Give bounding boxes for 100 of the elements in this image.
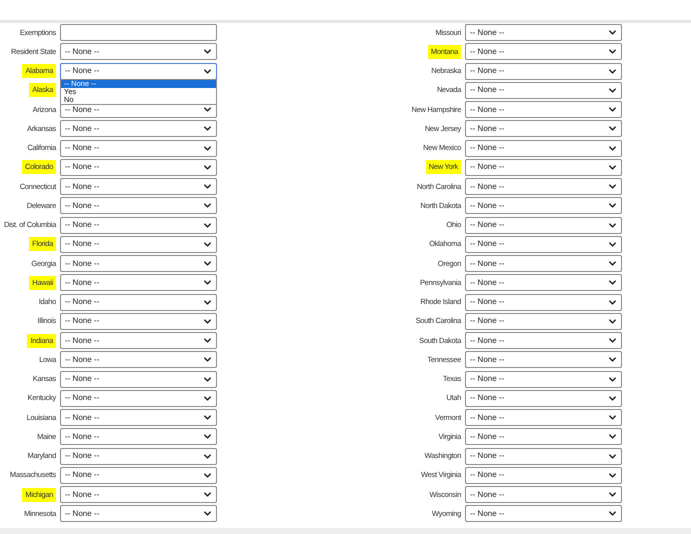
select-field[interactable]: -- None -- (465, 351, 622, 368)
select-value: -- None -- (470, 276, 504, 289)
select-value: -- None -- (470, 65, 504, 78)
select-value: -- None -- (65, 469, 100, 482)
select-field[interactable]: -- None -- (465, 62, 622, 80)
select-value: -- None -- (65, 142, 100, 154)
select-field[interactable]: -- None -- (465, 236, 622, 253)
select-value: -- None -- (470, 46, 504, 58)
select-value: -- None -- (470, 392, 504, 404)
select-value: -- None -- (470, 161, 504, 174)
select-field[interactable]: -- None -- (465, 140, 622, 157)
select-field[interactable]: -- None -- (60, 178, 217, 196)
select-field[interactable]: -- None -- (465, 274, 622, 292)
select-value: -- None -- (470, 488, 504, 501)
select-field[interactable]: -- None -- (465, 312, 622, 330)
select-value: -- None -- (470, 142, 504, 154)
select-value: -- None -- (65, 258, 100, 270)
select-value: -- None -- (65, 161, 100, 174)
select-value: -- None -- (65, 334, 100, 347)
select-value: -- None -- (65, 104, 100, 116)
select-value: -- None -- (65, 508, 100, 520)
select-value: -- None -- (65, 315, 100, 328)
select-field[interactable]: -- None -- (465, 466, 622, 484)
select-value: -- None -- (65, 354, 100, 366)
select-field[interactable]: -- None -- (60, 274, 217, 292)
select-field[interactable]: -- None -- (60, 428, 217, 446)
select-field[interactable]: -- None -- (60, 216, 217, 234)
select-field[interactable]: -- None -- (465, 486, 622, 504)
select-field[interactable]: -- None -- (465, 43, 622, 60)
select-value: -- None -- (470, 238, 504, 250)
select-field[interactable]: -- None -- (465, 101, 622, 118)
select-field[interactable]: -- None -- (465, 24, 622, 42)
select-field[interactable]: -- None -- (60, 312, 217, 330)
select-field[interactable]: -- None -- (60, 370, 217, 388)
select-value: -- None -- (65, 238, 100, 250)
select-field[interactable]: -- None -- (60, 120, 217, 138)
select-field[interactable]: -- None -- (60, 332, 217, 350)
select-field[interactable]: -- None -- (60, 409, 217, 426)
select-field[interactable]: -- None -- (465, 505, 622, 522)
select-field[interactable]: -- None -- (465, 428, 622, 446)
select-value: -- None -- (470, 334, 504, 347)
select-field[interactable]: -- None -- (465, 178, 622, 196)
select-field[interactable]: -- None -- (465, 390, 622, 407)
select-value: -- None -- (65, 392, 100, 404)
select-value: -- None -- (470, 373, 504, 386)
select-field[interactable]: -- None -- (60, 390, 217, 407)
select-field[interactable]: -- None -- (60, 236, 217, 253)
select-field[interactable]: -- None -- (60, 43, 217, 60)
select-value: -- None -- (65, 412, 100, 424)
select-field[interactable]: -- None -- (60, 255, 217, 272)
select-field[interactable]: -- None -- (60, 466, 217, 484)
select-field[interactable]: -- None -- (60, 351, 217, 368)
select-field[interactable]: -- None -- (465, 197, 622, 214)
select-field[interactable]: -- None -- (465, 409, 622, 426)
select-value: -- None -- (470, 219, 504, 232)
select-value: -- None -- (65, 373, 100, 386)
select-field[interactable]: -- None -- (60, 486, 217, 504)
select-value: -- None -- (65, 200, 100, 212)
select-value: -- None -- (470, 200, 504, 212)
select-field[interactable]: -- None -- (465, 294, 622, 311)
text-field[interactable] (60, 24, 217, 42)
select-field[interactable]: -- None -- (60, 62, 217, 80)
select-value: -- None -- (65, 122, 100, 135)
select-value: -- None -- (470, 180, 504, 193)
select-value: -- None -- (470, 315, 504, 328)
select-value: -- None -- (65, 276, 100, 289)
select-field[interactable]: -- None -- (60, 294, 217, 311)
select-field[interactable]: -- None -- (465, 158, 622, 176)
select-field[interactable]: -- None -- (465, 255, 622, 272)
select-field[interactable]: -- None -- (465, 448, 622, 465)
select-value: -- None -- (65, 65, 100, 78)
select-value: -- None -- (65, 430, 100, 443)
select-value: -- None -- (470, 258, 504, 270)
select-value: -- None -- (470, 450, 504, 462)
select-value: -- None -- (470, 84, 504, 96)
select-value: -- None -- (65, 450, 100, 462)
select-value: -- None -- (470, 296, 504, 308)
select-value: -- None -- (470, 412, 504, 424)
select-field[interactable]: -- None -- (465, 82, 622, 99)
select-value: -- None -- (470, 430, 504, 443)
select-value: -- None -- (65, 180, 100, 193)
select-value: -- None -- (470, 122, 504, 135)
select-field[interactable]: -- None -- (465, 370, 622, 388)
select-value: -- None -- (470, 508, 504, 520)
select-value: -- None -- (470, 354, 504, 366)
select-value: -- None -- (470, 104, 504, 116)
select-field[interactable]: -- None -- (465, 120, 622, 138)
select-field[interactable]: -- None -- (465, 332, 622, 350)
select-field[interactable]: -- None -- (465, 216, 622, 234)
select-value: -- None -- (65, 488, 100, 501)
select-value: -- None -- (65, 219, 100, 232)
select-value: -- None -- (65, 46, 100, 58)
select-field[interactable]: -- None -- (60, 140, 217, 157)
select-field[interactable]: -- None -- (60, 505, 217, 522)
select-value: -- None -- (470, 469, 504, 482)
select-field[interactable]: -- None -- (60, 158, 217, 176)
select-value: -- None -- (470, 26, 504, 39)
select-field[interactable]: -- None -- (60, 197, 217, 214)
select-field[interactable]: -- None -- (60, 448, 217, 465)
select-value: -- None -- (65, 296, 100, 308)
